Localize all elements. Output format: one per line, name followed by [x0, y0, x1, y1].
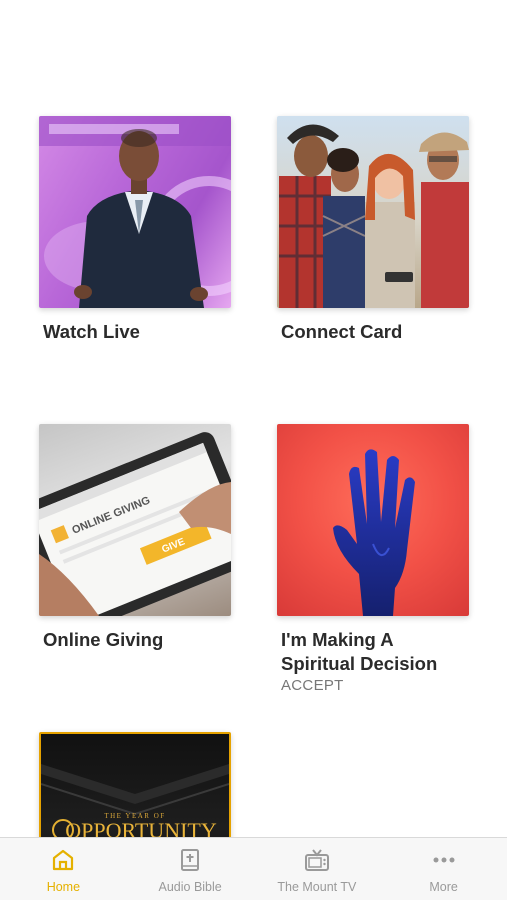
card-online-giving[interactable]: ONLINE GIVING GIVE Online Giving: [39, 424, 231, 652]
tab-label: Home: [46, 880, 81, 894]
tv-icon: [303, 846, 331, 874]
preacher-image: [39, 116, 231, 308]
card-title: I'm Making A Spiritual Decision: [281, 629, 438, 674]
tablet-giving-image: ONLINE GIVING GIVE: [39, 432, 231, 616]
home-icon: [49, 846, 77, 874]
app-screen: Watch Live Connect Card ONLINE GIVING GI…: [0, 0, 507, 900]
watch-live-thumbnail[interactable]: [39, 116, 231, 308]
bible-icon: [176, 846, 204, 874]
card-title: Watch Live: [43, 321, 140, 342]
online-giving-thumbnail[interactable]: ONLINE GIVING GIVE: [39, 424, 231, 616]
more-icon: [430, 846, 458, 874]
tab-label: The Mount TV: [277, 880, 357, 894]
card-spiritual-decision[interactable]: I'm Making A Spiritual Decision ACCEPT: [277, 424, 469, 694]
bottom-tab-bar: Home Audio Bible The Mount TV More: [0, 837, 507, 900]
tab-audio-bible[interactable]: Audio Bible: [127, 838, 254, 900]
card-subtitle: ACCEPT: [281, 677, 344, 694]
card-connect-card[interactable]: Connect Card: [277, 116, 469, 344]
tab-more[interactable]: More: [380, 838, 507, 900]
group-photo-image: [279, 124, 469, 308]
card-title: Online Giving: [43, 629, 164, 650]
tab-label: More: [429, 880, 458, 894]
content-grid: Watch Live Connect Card ONLINE GIVING GI…: [0, 0, 507, 900]
raised-hand-image: [333, 449, 415, 616]
connect-card-thumbnail[interactable]: [277, 116, 469, 308]
card-title: Connect Card: [281, 321, 403, 342]
card-watch-live[interactable]: Watch Live: [39, 116, 231, 344]
tab-home[interactable]: Home: [0, 838, 127, 900]
tab-the-mount-tv[interactable]: The Mount TV: [254, 838, 381, 900]
tab-label: Audio Bible: [158, 880, 222, 894]
spiritual-decision-thumbnail[interactable]: [277, 424, 469, 616]
